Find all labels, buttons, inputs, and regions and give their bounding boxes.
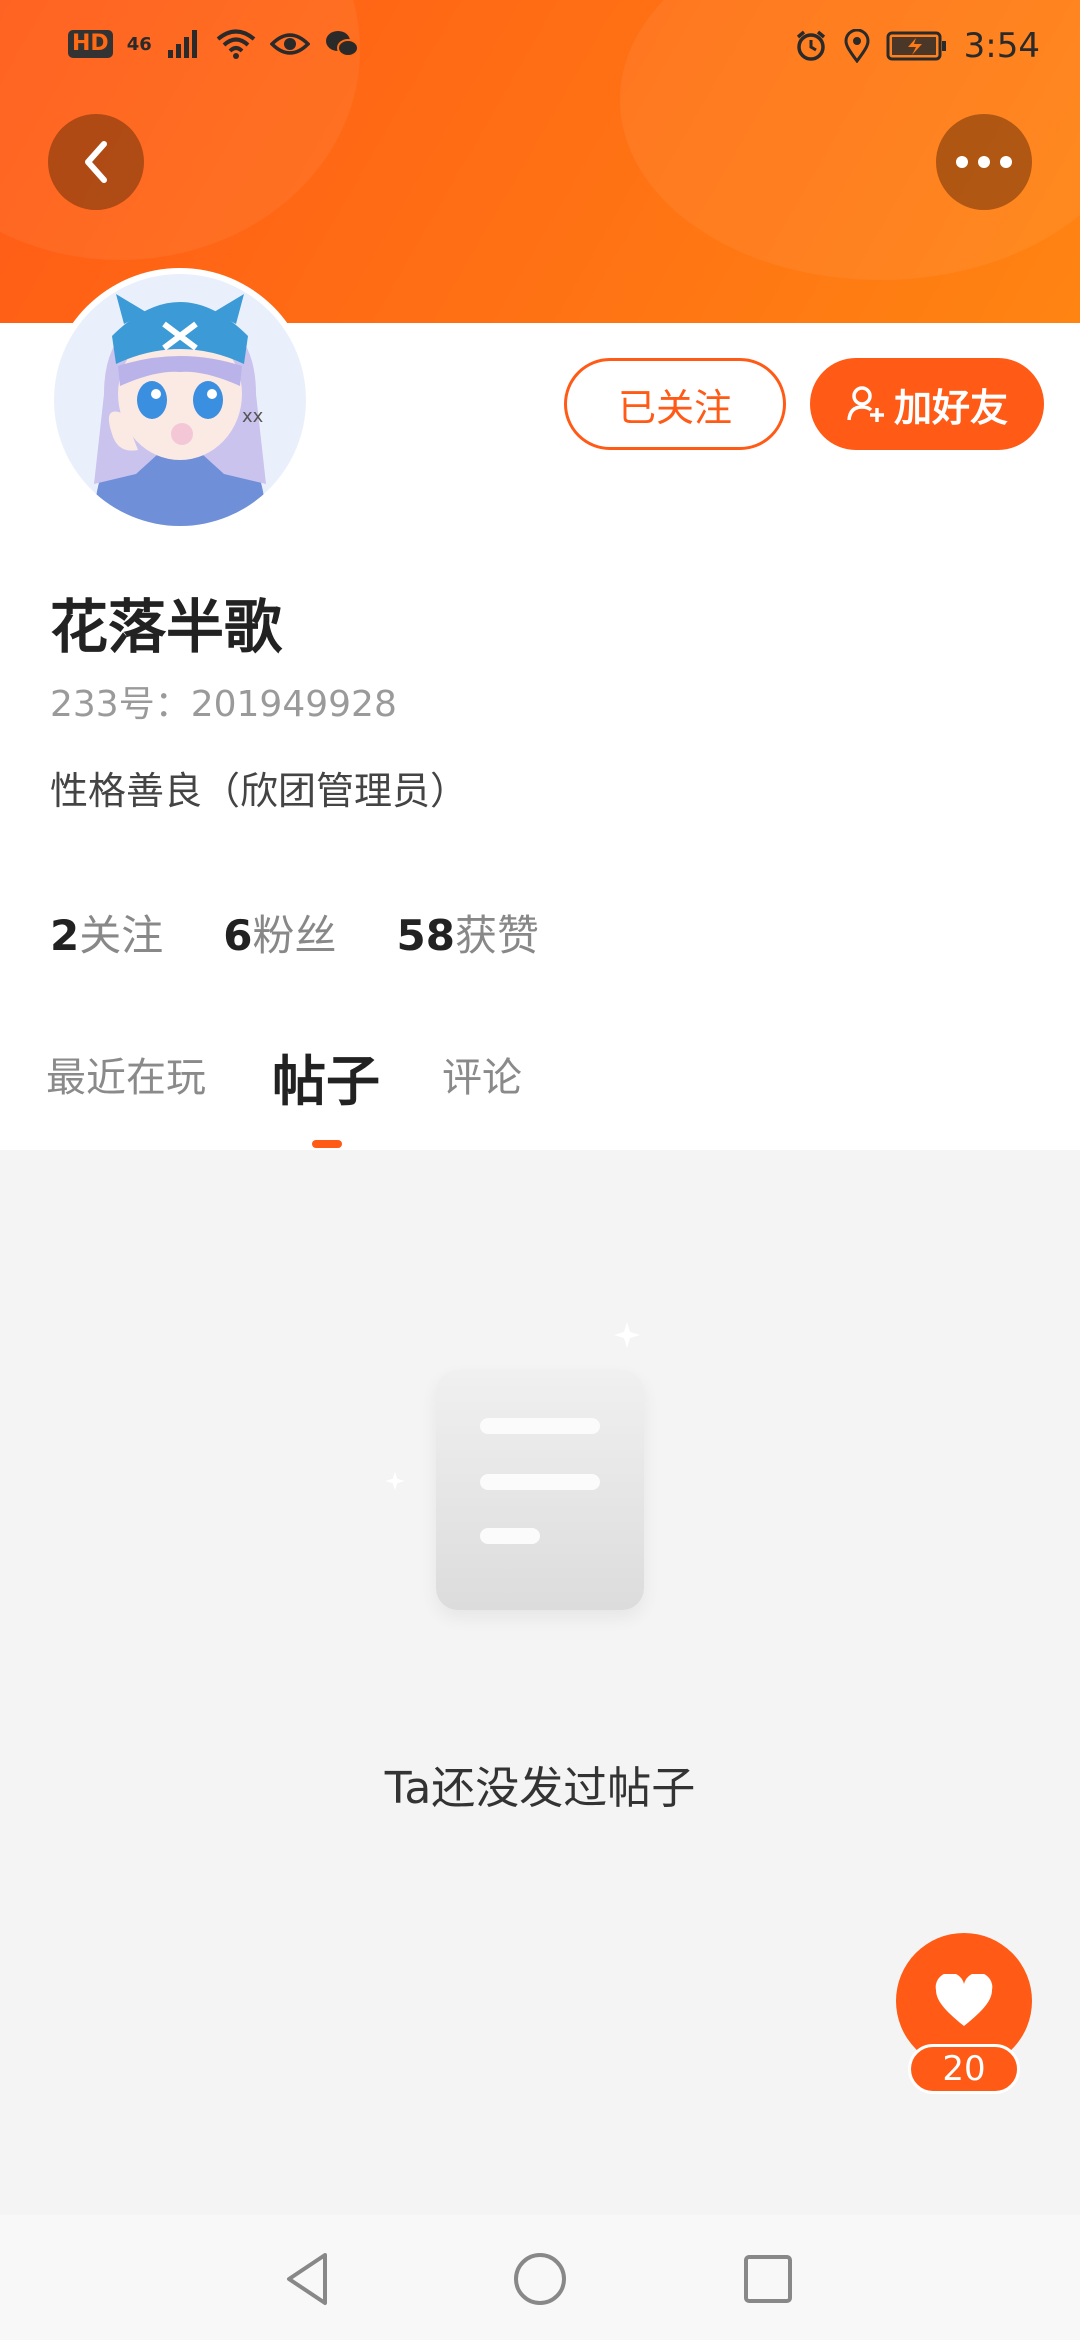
stat-likes[interactable]: 58获赞 <box>397 902 539 963</box>
stat-count: 58 <box>396 911 455 960</box>
circle-home-icon <box>514 2253 566 2305</box>
profile-name: 花落半歌 <box>50 593 283 661</box>
followed-button-label: 已关注 <box>617 385 732 430</box>
sparkle-icon <box>385 1471 405 1491</box>
profile-bio: 性格善良（欣团管理员） <box>50 769 469 813</box>
eye-icon <box>269 33 310 55</box>
stat-label: 关注 <box>79 911 164 960</box>
square-recents-icon <box>744 2255 792 2303</box>
stat-count: 6 <box>223 911 253 960</box>
tab-comments[interactable]: 评论 <box>442 1045 522 1103</box>
followed-button[interactable]: 已关注 <box>564 358 786 450</box>
more-button[interactable] <box>936 114 1032 210</box>
avatar[interactable]: xx <box>54 274 306 526</box>
location-icon <box>844 29 870 63</box>
wifi-icon <box>216 29 256 59</box>
profile-uid: 233号：201949928 <box>50 684 397 725</box>
profile-tabs: 最近在玩 帖子 评论 <box>46 1045 1046 1145</box>
like-count-badge: 20 <box>908 2044 1020 2094</box>
stat-label: 获赞 <box>454 911 539 960</box>
more-dots-icon <box>956 156 1012 168</box>
nav-back-button[interactable] <box>268 2239 348 2319</box>
tab-posts[interactable]: 帖子 <box>272 1037 380 1116</box>
nav-home-button[interactable] <box>500 2239 580 2319</box>
empty-document-icon <box>436 1370 644 1610</box>
system-navigation-bar <box>0 2215 1080 2340</box>
add-user-icon <box>847 386 884 422</box>
active-tab-indicator <box>312 1140 342 1148</box>
add-friend-button[interactable]: 加好友 <box>810 358 1044 450</box>
svg-text:xx: xx <box>242 406 264 427</box>
stat-following[interactable]: 2关注 <box>50 902 163 963</box>
triangle-back-icon <box>287 2253 327 2305</box>
chevron-left-icon <box>85 141 107 183</box>
profile-stats: 2关注 6粉丝 58获赞 <box>50 902 539 963</box>
status-bar: HD 46 3:54 <box>0 0 1080 95</box>
alarm-icon <box>796 30 825 61</box>
clock-time: 3:54 <box>963 26 1040 66</box>
add-friend-label: 加好友 <box>893 385 1008 430</box>
hd-indicator: HD <box>68 30 113 58</box>
stat-count: 2 <box>50 911 80 960</box>
battery-icon <box>886 31 946 61</box>
back-button[interactable] <box>48 114 144 210</box>
stat-followers[interactable]: 6粉丝 <box>223 902 336 963</box>
tab-recently-played[interactable]: 最近在玩 <box>46 1045 206 1103</box>
network-type: 46 <box>126 33 152 55</box>
nav-recents-button[interactable] <box>728 2239 808 2319</box>
signal-icon <box>167 30 197 58</box>
empty-state-message: Ta还没发过帖子 <box>384 1763 696 1814</box>
heart-icon <box>935 1974 993 2026</box>
stat-label: 粉丝 <box>252 911 337 960</box>
anime-avatar-image: xx <box>54 274 306 526</box>
wechat-icon <box>325 31 359 57</box>
sparkle-icon <box>614 1322 640 1348</box>
